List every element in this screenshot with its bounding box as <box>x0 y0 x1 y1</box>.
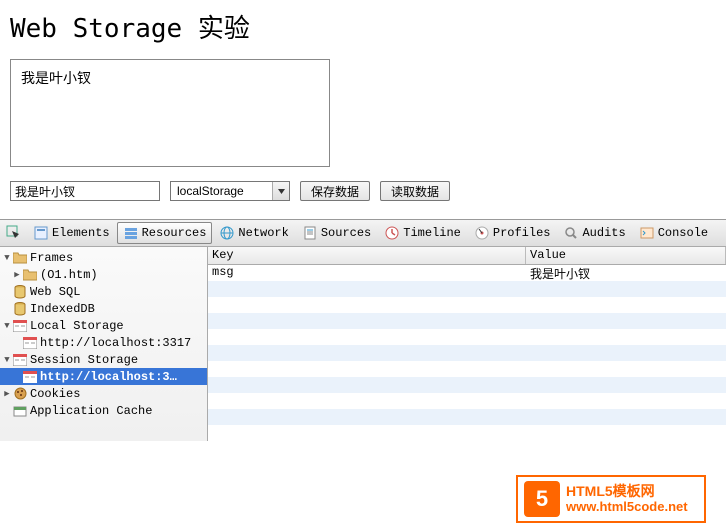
text-input[interactable] <box>10 181 160 201</box>
tab-elements[interactable]: Elements <box>27 222 116 244</box>
sources-icon <box>302 225 318 241</box>
table-row[interactable]: msg 我是叶小钗 <box>208 265 726 281</box>
folder-icon <box>22 268 38 282</box>
chevron-right-icon: ▶ <box>12 270 22 280</box>
timeline-icon <box>384 225 400 241</box>
grid-header-value[interactable]: Value <box>526 247 726 264</box>
sidebar-item-sessionstorage-origin[interactable]: http://localhost:3… <box>0 368 207 385</box>
chevron-down-icon: ▼ <box>2 321 12 331</box>
profiles-icon <box>474 225 490 241</box>
chevron-down-icon[interactable] <box>272 182 289 200</box>
storage-select[interactable]: localStorage <box>170 181 290 201</box>
grid-rows: msg 我是叶小钗 <box>208 265 726 441</box>
sidebar-item-localstorage-origin[interactable]: http://localhost:3317 <box>0 334 207 351</box>
page-title: Web Storage 实验 <box>10 8 716 45</box>
grid-header: Key Value <box>208 247 726 265</box>
chevron-down-icon: ▼ <box>2 253 12 263</box>
resources-sidebar: ▼ Frames ▶ (O1.htm) Web SQL IndexedDB ▼ <box>0 247 208 441</box>
devtools-panel: Elements Resources Network Sources Timel… <box>0 219 726 441</box>
tab-profiles[interactable]: Profiles <box>468 222 557 244</box>
storage-icon <box>12 319 28 333</box>
grid-header-key[interactable]: Key <box>208 247 526 264</box>
controls-row: localStorage 保存数据 读取数据 <box>10 181 716 201</box>
html5-logo-icon: 5 <box>524 481 560 517</box>
database-icon <box>12 302 28 316</box>
read-button[interactable]: 读取数据 <box>380 181 450 201</box>
cookie-icon <box>12 387 28 401</box>
tab-resources[interactable]: Resources <box>117 222 213 244</box>
sidebar-item-websql[interactable]: Web SQL <box>0 283 207 300</box>
tab-audits[interactable]: Audits <box>557 222 631 244</box>
folder-icon <box>12 251 28 265</box>
save-button[interactable]: 保存数据 <box>300 181 370 201</box>
sidebar-item-sessionstorage[interactable]: ▼ Session Storage <box>0 351 207 368</box>
select-value: localStorage <box>171 184 272 198</box>
tab-network[interactable]: Network <box>213 222 294 244</box>
console-icon <box>639 225 655 241</box>
inspect-icon[interactable] <box>4 223 24 243</box>
tab-timeline[interactable]: Timeline <box>378 222 467 244</box>
sidebar-item-frames[interactable]: ▼ Frames <box>0 249 207 266</box>
output-box: 我是叶小钗 <box>10 59 330 167</box>
audits-icon <box>563 225 579 241</box>
watermark-title: HTML5模板网 <box>566 484 688 499</box>
tab-console[interactable]: Console <box>633 222 714 244</box>
network-icon <box>219 225 235 241</box>
storage-grid: Key Value msg 我是叶小钗 <box>208 247 726 441</box>
sidebar-item-appcache[interactable]: Application Cache <box>0 402 207 419</box>
resources-icon <box>123 225 139 241</box>
sidebar-item-frame-child[interactable]: ▶ (O1.htm) <box>0 266 207 283</box>
storage-icon <box>12 353 28 367</box>
tab-sources[interactable]: Sources <box>296 222 377 244</box>
storage-icon <box>22 370 38 384</box>
devtools-toolbar: Elements Resources Network Sources Timel… <box>0 220 726 247</box>
sidebar-item-localstorage[interactable]: ▼ Local Storage <box>0 317 207 334</box>
chevron-right-icon: ▶ <box>2 389 12 399</box>
watermark: 5 HTML5模板网 www.html5code.net <box>516 475 706 523</box>
storage-icon <box>22 336 38 350</box>
sidebar-item-indexeddb[interactable]: IndexedDB <box>0 300 207 317</box>
database-icon <box>12 285 28 299</box>
chevron-down-icon: ▼ <box>2 355 12 365</box>
elements-icon <box>33 225 49 241</box>
watermark-url: www.html5code.net <box>566 500 688 514</box>
sidebar-item-cookies[interactable]: ▶ Cookies <box>0 385 207 402</box>
appcache-icon <box>12 404 28 418</box>
